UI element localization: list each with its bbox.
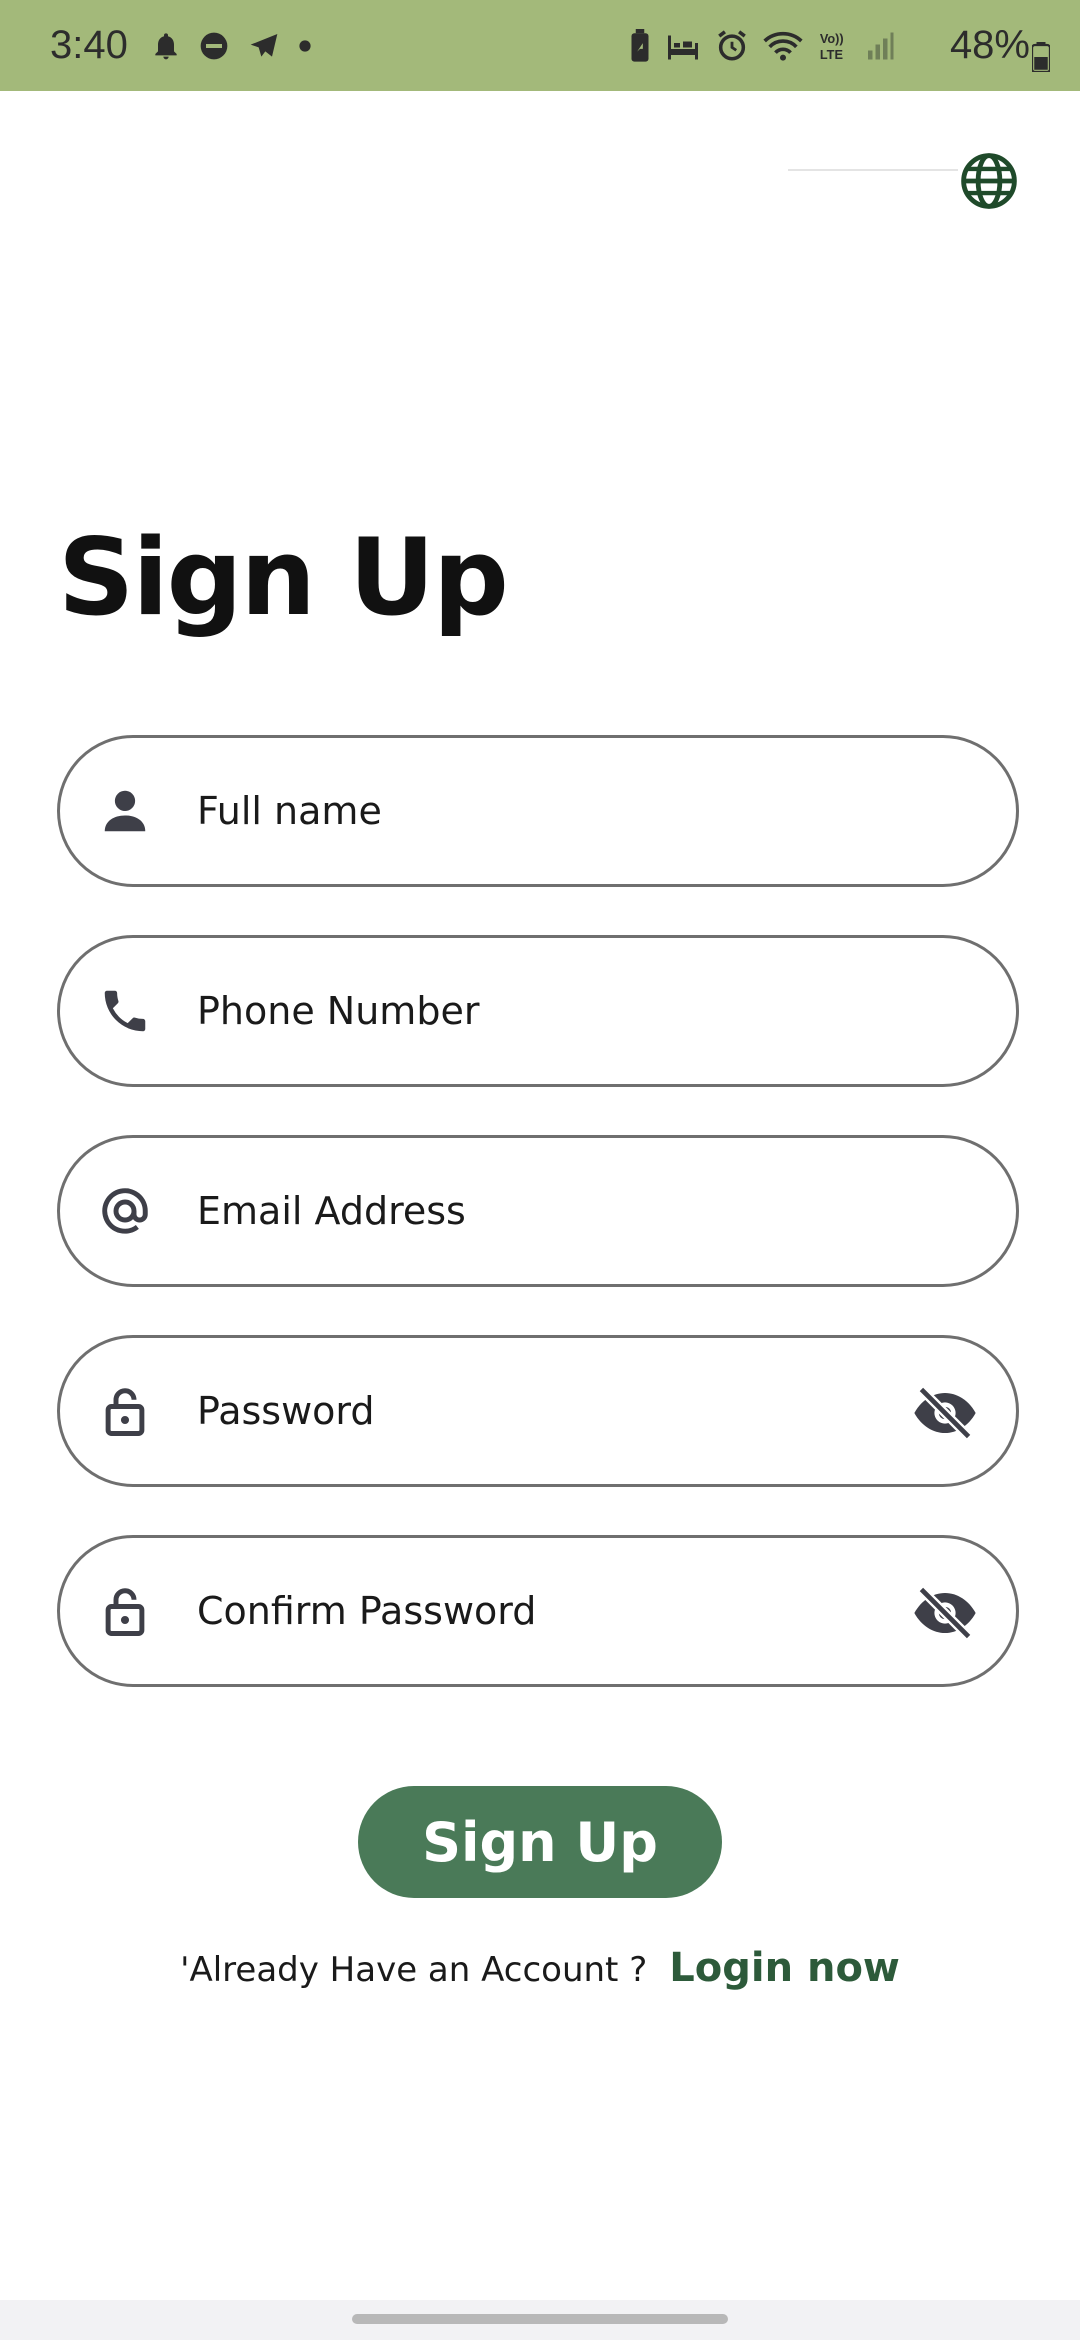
status-time: 3:40 (50, 23, 128, 67)
login-now-link[interactable]: Login now (669, 1945, 900, 1991)
login-prompt: 'Already Have an Account ? Login now (0, 1945, 1080, 1991)
alarm-icon (718, 30, 746, 61)
battery-percentage: 48% (949, 23, 1030, 67)
eye-off-icon[interactable] (912, 1386, 978, 1440)
do-not-disturb-icon (200, 32, 228, 60)
svg-text:LTE: LTE (820, 47, 843, 62)
bell-icon (155, 33, 177, 60)
lock-icon (105, 1588, 145, 1636)
lock-icon (105, 1388, 145, 1436)
password-input[interactable] (195, 1374, 879, 1448)
login-question: 'Already Have an Account ? (180, 1950, 648, 1990)
phone-input[interactable] (195, 974, 879, 1048)
full-name-field[interactable] (57, 735, 1019, 887)
telegram-icon (250, 34, 278, 57)
email-input[interactable] (195, 1174, 879, 1248)
battery-icon (1032, 42, 1050, 72)
status-bar: 3:40 Vo)) LTE 48% (0, 0, 1080, 91)
sleep-icon (668, 35, 698, 60)
eye-off-icon[interactable] (912, 1586, 978, 1640)
email-field[interactable] (57, 1135, 1019, 1287)
globe-icon[interactable] (960, 152, 1018, 210)
sign-up-button[interactable]: Sign Up (358, 1786, 722, 1898)
language-divider (788, 169, 958, 171)
wifi-icon (763, 31, 803, 61)
svg-text:Vo)): Vo)) (820, 31, 844, 46)
person-icon (104, 790, 146, 832)
dot-icon (299, 40, 311, 52)
page-title: Sign Up (58, 516, 509, 639)
battery-saver-icon (631, 29, 649, 62)
volte-icon: Vo))LTE (820, 31, 844, 62)
gesture-handle[interactable] (352, 2314, 728, 2324)
phone-icon (104, 990, 146, 1032)
at-icon (102, 1188, 148, 1234)
full-name-input[interactable] (195, 774, 879, 848)
confirm-password-field[interactable] (57, 1535, 1019, 1687)
phone-field[interactable] (57, 935, 1019, 1087)
confirm-password-input[interactable] (195, 1574, 879, 1648)
signal-icon (868, 32, 894, 60)
password-field[interactable] (57, 1335, 1019, 1487)
